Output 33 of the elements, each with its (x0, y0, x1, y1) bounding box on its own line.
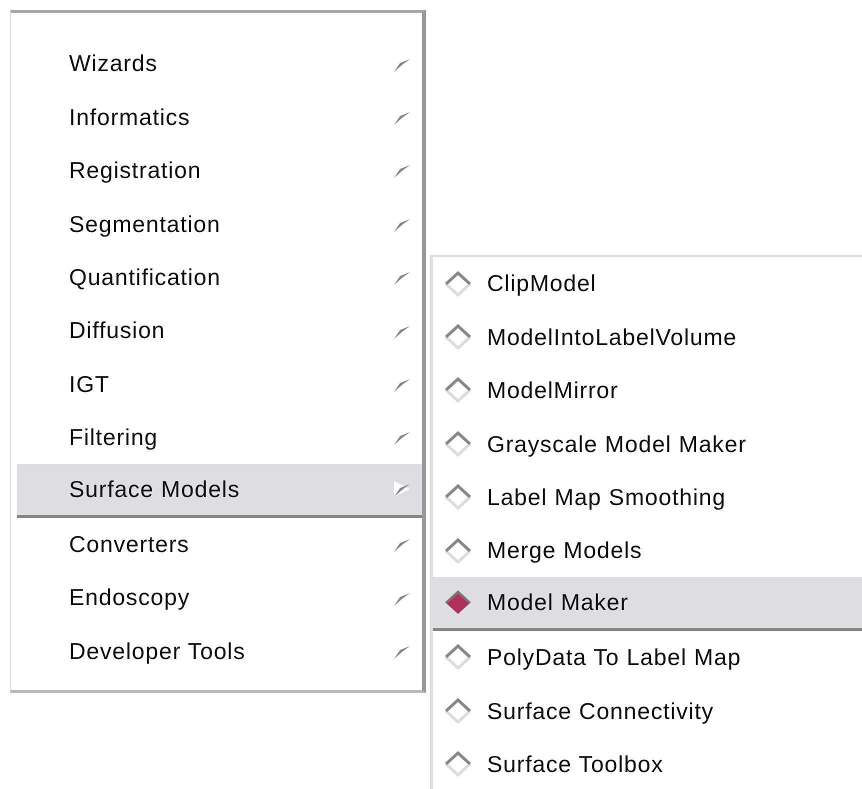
menu-item[interactable]: Developer Tools (17, 624, 422, 678)
menu-item[interactable]: Grayscale Model Maker (433, 417, 862, 471)
menu-item[interactable]: Surface Connectivity (433, 684, 862, 738)
submenu-arrow-icon (394, 481, 410, 498)
menu-item[interactable]: Surface Toolbox (433, 738, 862, 789)
menu-item[interactable]: Diffusion (17, 304, 422, 358)
radio-icon (443, 750, 473, 778)
menu-item[interactable]: ModelIntoLabelVolume (433, 310, 862, 364)
menu-item[interactable]: IGT (17, 357, 422, 411)
menu-item[interactable]: Merge Models (433, 524, 862, 578)
radio-icon (443, 376, 473, 404)
menu-item[interactable]: Converters (17, 518, 422, 571)
radio-icon (443, 696, 473, 725)
menu-item[interactable]: Segmentation (17, 197, 422, 251)
menu-item[interactable]: Filtering (17, 410, 422, 464)
radio-icon (443, 270, 473, 298)
menu-item[interactable]: Surface Models (17, 464, 422, 518)
menu-item[interactable]: Model Maker (433, 577, 862, 631)
menu-item[interactable]: Wizards (17, 37, 422, 90)
radio-icon (443, 430, 473, 458)
menu-item[interactable]: Registration (17, 144, 422, 198)
radio-icon (443, 536, 473, 565)
menu-item[interactable]: ModelMirror (433, 364, 862, 418)
radio-icon (443, 643, 473, 672)
menu-item[interactable]: Label Map Smoothing (433, 470, 862, 524)
radio-icon (443, 483, 473, 512)
menu-item[interactable]: ClipModel (433, 257, 862, 310)
radio-icon (443, 323, 473, 352)
menu-item[interactable]: Quantification (17, 250, 422, 304)
menu-item[interactable]: PolyData To Label Map (433, 630, 862, 684)
menu-item[interactable]: Endoscopy (17, 570, 422, 624)
menu-item[interactable]: Informatics (17, 90, 422, 144)
radio-icon (443, 588, 473, 617)
